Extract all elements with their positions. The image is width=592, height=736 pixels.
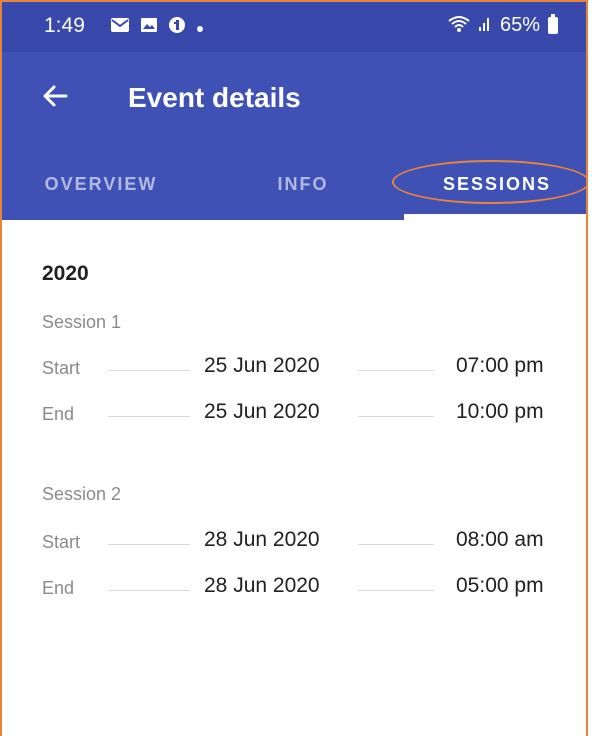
dot-icon bbox=[196, 17, 204, 37]
end-time: 05:00 pm bbox=[456, 574, 544, 597]
start-date: 28 Jun 2020 bbox=[204, 528, 320, 551]
tab-indicator bbox=[404, 214, 586, 220]
divider-line bbox=[108, 590, 190, 591]
start-label: Start bbox=[42, 358, 81, 378]
start-date: 25 Jun 2020 bbox=[204, 354, 320, 377]
tab-info[interactable]: INFO bbox=[248, 148, 358, 220]
battery-percent: 65% bbox=[499, 14, 540, 36]
tab-overview[interactable]: OVERVIEW bbox=[24, 148, 178, 220]
back-button[interactable] bbox=[30, 72, 78, 120]
wifi-icon bbox=[448, 15, 470, 37]
arrow-left-icon bbox=[43, 85, 68, 107]
start-time: 08:00 am bbox=[456, 528, 544, 551]
divider-line bbox=[108, 544, 190, 545]
image-icon bbox=[140, 17, 158, 37]
tab-bar: OVERVIEW INFO SESSIONS bbox=[2, 148, 586, 220]
divider-line bbox=[358, 416, 434, 417]
session-title: Session 1 bbox=[42, 312, 122, 332]
session-title: Session 2 bbox=[42, 484, 122, 504]
battery-icon bbox=[548, 14, 558, 34]
session-start-row: Start 28 Jun 2020 08:00 am bbox=[2, 528, 586, 558]
message-icon bbox=[110, 17, 130, 37]
tab-sessions[interactable]: SESSIONS bbox=[404, 148, 586, 220]
end-time: 10:00 pm bbox=[456, 400, 544, 423]
session-end-row: End 25 Jun 2020 10:00 pm bbox=[2, 400, 586, 430]
status-bar: 1:49 65% bbox=[2, 2, 586, 52]
session-start-row: Start 25 Jun 2020 07:00 pm bbox=[2, 354, 586, 384]
app-frame: 1:49 65% Event details OVERVIEW INFO SES… bbox=[0, 0, 588, 736]
start-label: Start bbox=[42, 532, 81, 552]
app-icon bbox=[168, 16, 186, 38]
app-bar: 1:49 65% Event details OVERVIEW INFO SES… bbox=[2, 2, 586, 220]
end-date: 25 Jun 2020 bbox=[204, 400, 320, 423]
divider-line bbox=[108, 370, 190, 371]
status-time: 1:49 bbox=[44, 14, 85, 37]
notification-icons bbox=[110, 16, 204, 38]
end-label: End bbox=[42, 404, 75, 424]
page-title: Event details bbox=[128, 82, 301, 113]
divider-line bbox=[358, 544, 434, 545]
year-heading: 2020 bbox=[42, 262, 89, 285]
start-time: 07:00 pm bbox=[456, 354, 544, 377]
divider-line bbox=[108, 416, 190, 417]
signal-icon bbox=[478, 16, 492, 36]
end-label: End bbox=[42, 578, 75, 598]
session-end-row: End 28 Jun 2020 05:00 pm bbox=[2, 574, 586, 604]
status-right: 65% bbox=[448, 14, 558, 37]
divider-line bbox=[358, 590, 434, 591]
end-date: 28 Jun 2020 bbox=[204, 574, 320, 597]
toolbar: Event details bbox=[2, 52, 586, 148]
divider-line bbox=[358, 370, 434, 371]
